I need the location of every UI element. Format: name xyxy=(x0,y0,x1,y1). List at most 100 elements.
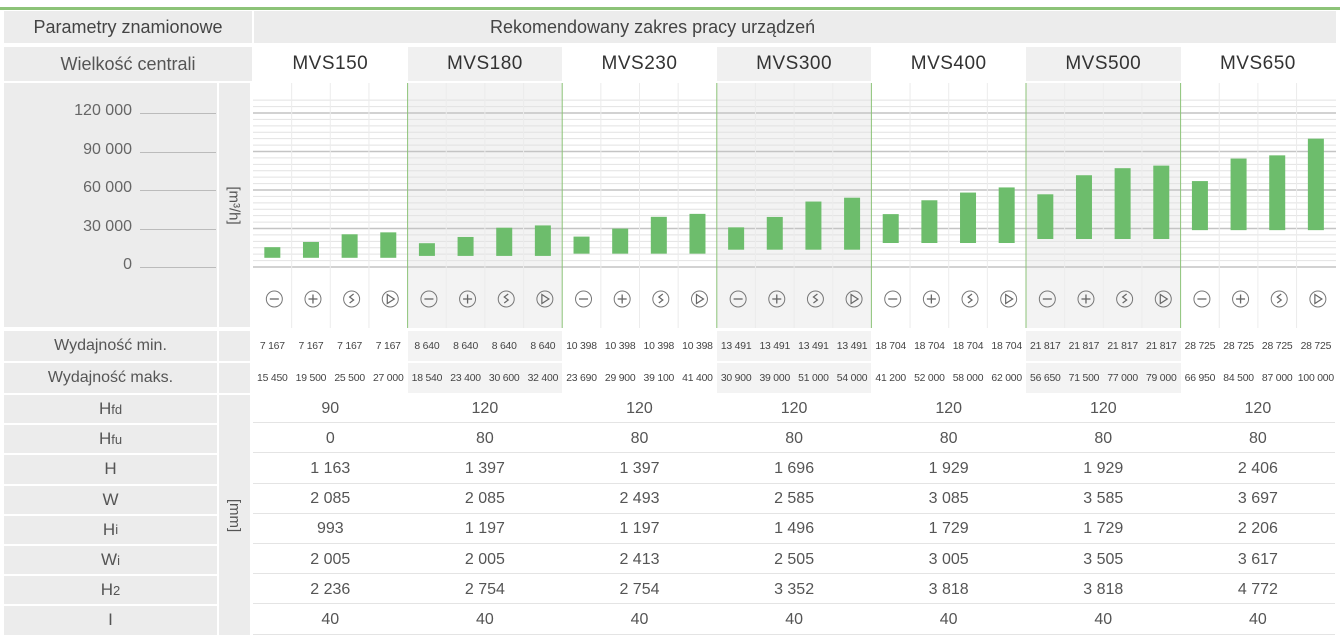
dim-value-cell: 993 xyxy=(253,516,408,544)
flow-value: 18 540 xyxy=(411,372,443,384)
flow-row-label: Wydajność min. xyxy=(4,331,217,361)
flow-row-label-text: Wydajność min. xyxy=(54,337,167,354)
flow-value: 13 491 xyxy=(798,340,829,352)
flow-value: 84 500 xyxy=(1223,372,1254,384)
dim-value-cell: 1 163 xyxy=(253,455,408,484)
flow-value: 10 398 xyxy=(604,340,636,352)
dim-value: 1 729 xyxy=(1083,520,1124,538)
model-name: MVS300 xyxy=(756,53,833,74)
flow-value-cell: 30 900 xyxy=(716,363,756,393)
dim-value-cell: 2 505 xyxy=(716,546,872,575)
dim-label-symbol: W xyxy=(101,550,118,570)
flow-value-cell: 21 817 xyxy=(1103,331,1142,361)
dim-value: 2 505 xyxy=(774,550,815,568)
flow-value: 7 167 xyxy=(375,340,401,352)
flow-value: 23 690 xyxy=(566,372,597,384)
flow-value-cell: 7 167 xyxy=(253,331,292,361)
dim-value: 1 197 xyxy=(464,520,505,538)
dim-value: 40 xyxy=(630,610,649,628)
flow-range-bar xyxy=(689,213,706,254)
flow-value: 27 000 xyxy=(372,372,404,384)
dim-value-cell: 2 206 xyxy=(1180,516,1336,544)
flow-value-cell: 29 900 xyxy=(601,363,640,393)
dim-value: 2 005 xyxy=(464,550,505,568)
dim-label-subscript: fu xyxy=(111,431,123,447)
flow-value: 32 400 xyxy=(527,372,559,384)
dim-value-cell: 120 xyxy=(407,395,563,424)
dim-value-cell: 80 xyxy=(716,425,872,454)
flow-value-cell: 30 600 xyxy=(484,363,524,393)
y-tick-mark xyxy=(140,228,216,230)
flow-value-cell: 77 000 xyxy=(1103,363,1142,393)
y-tick-mark xyxy=(140,113,216,114)
flow-value-cell: 66 950 xyxy=(1181,363,1220,393)
flow-value-cell: 28 725 xyxy=(1297,331,1336,361)
dim-value-cell: 2 005 xyxy=(253,546,408,575)
flow-range-bar xyxy=(341,234,358,258)
flow-value-cell: 32 400 xyxy=(523,363,563,393)
flow-unit-cell: [m³/h] xyxy=(219,83,250,327)
dim-label-symbol: H xyxy=(98,429,112,449)
dim-value: 80 xyxy=(1248,429,1267,447)
flow-range-bar xyxy=(728,227,745,250)
flow-value-cell: 18 704 xyxy=(987,331,1026,361)
flow-value: 28 725 xyxy=(1223,340,1254,352)
flow-row-label: Wydajność maks. xyxy=(4,363,217,393)
dim-value-cell: 3 505 xyxy=(1026,546,1181,575)
model-name: MVS650 xyxy=(1219,53,1296,74)
dim-label-symbol: I xyxy=(108,610,113,630)
flow-value-cell: 87 000 xyxy=(1258,363,1297,393)
model-name: MVS230 xyxy=(601,53,678,74)
dim-value-cell: 1 197 xyxy=(562,516,717,544)
flow-row-label-text: Wydajność maks. xyxy=(47,369,174,386)
dim-value-cell: 1 696 xyxy=(716,455,872,484)
dim-value-cell: 80 xyxy=(1026,425,1181,454)
flow-value: 41 200 xyxy=(875,372,906,384)
flow-value-cell: 7 167 xyxy=(292,331,331,361)
flow-value: 51 000 xyxy=(798,372,829,384)
flow-value: 10 398 xyxy=(643,340,675,352)
dim-value-cell: 120 xyxy=(1180,395,1336,424)
dim-value: 120 xyxy=(471,399,499,417)
flow-value: 23 400 xyxy=(450,372,481,384)
flow-value-cell: 52 000 xyxy=(910,363,949,393)
dim-value-cell: 3 617 xyxy=(1180,546,1336,575)
flow-value-cell: 13 491 xyxy=(755,331,795,361)
flow-range-bar xyxy=(380,232,397,258)
flow-range-bar xyxy=(921,200,938,243)
model-header-mvs230: MVS230 xyxy=(562,47,717,81)
flow-value-cell: 8 640 xyxy=(407,331,447,361)
dim-value-cell: 4 772 xyxy=(1180,576,1336,605)
flow-value-cell: 7 167 xyxy=(369,331,408,361)
dim-row-label: H xyxy=(4,455,217,484)
dim-value-cell: 40 xyxy=(1026,606,1181,635)
dim-value: 40 xyxy=(1094,610,1113,628)
params-header-text: Parametry znamionowe xyxy=(33,16,223,37)
flow-value: 21 817 xyxy=(1068,340,1100,352)
y-tick-label: 90 000 xyxy=(83,140,132,158)
flow-range-bar xyxy=(302,241,319,258)
range-header: Rekomendowany zakres pracy urządzeń xyxy=(254,11,1336,43)
flow-value-cell: 23 400 xyxy=(446,363,485,393)
icon-band xyxy=(253,276,1336,328)
flow-value: 29 900 xyxy=(604,372,636,384)
flow-range-bar xyxy=(650,216,667,254)
flow-value: 7 167 xyxy=(259,340,285,352)
dim-value: 3 505 xyxy=(1083,550,1124,568)
model-header-mvs180: MVS180 xyxy=(407,47,563,81)
dim-value: 3 697 xyxy=(1237,490,1278,508)
dim-value-cell: 40 xyxy=(407,606,563,635)
model-header-mvs400: MVS400 xyxy=(871,47,1026,81)
dim-value: 3 585 xyxy=(1083,490,1124,508)
flow-value: 66 950 xyxy=(1184,372,1216,384)
dim-value: 40 xyxy=(1248,610,1267,628)
dim-value-cell: 120 xyxy=(1026,395,1181,424)
dim-value: 1 496 xyxy=(774,520,815,538)
dim-value-cell: 120 xyxy=(871,395,1026,424)
flow-value: 30 900 xyxy=(720,372,752,384)
flow-value-cell: 84 500 xyxy=(1219,363,1258,393)
flow-value-cell: 19 500 xyxy=(292,363,331,393)
flow-range-bar xyxy=(766,216,783,250)
flow-value: 10 398 xyxy=(682,340,713,352)
dim-unit-cell: [mm] xyxy=(219,395,250,635)
